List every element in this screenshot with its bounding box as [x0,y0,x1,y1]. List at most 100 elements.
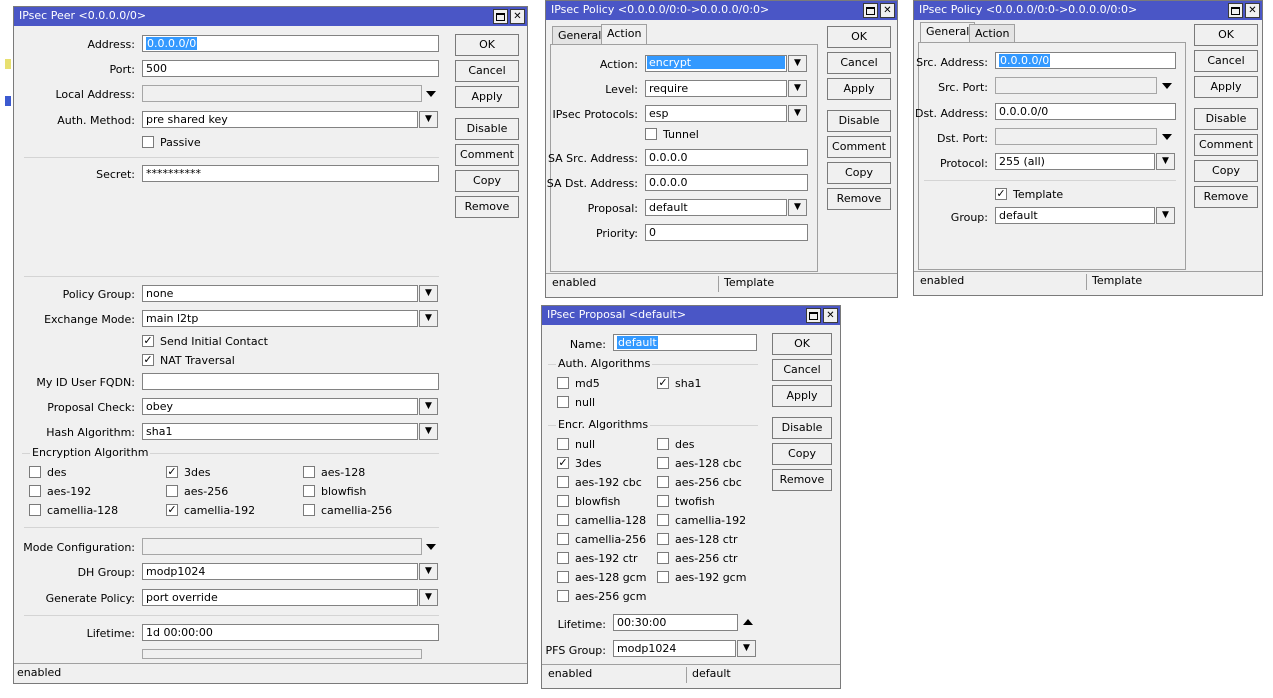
dropdown-button-icon[interactable]: ▼ [419,111,438,128]
remove-button[interactable]: Remove [1194,186,1258,208]
close-icon[interactable]: ✕ [1245,3,1260,18]
encr-aes256gcm-checkbox[interactable] [557,590,569,602]
proposal-select[interactable]: default [645,199,787,216]
disable-button[interactable]: Disable [772,417,832,439]
dropdown-arrow-icon[interactable] [426,91,436,97]
copy-button[interactable]: Copy [827,162,891,184]
encr-aes128cbc-checkbox[interactable] [657,457,669,469]
copy-button[interactable]: Copy [455,170,519,192]
enc-aes192-checkbox[interactable] [29,485,41,497]
enc-camellia192-checkbox[interactable]: ✓ [166,504,178,516]
dropdown-button-icon[interactable]: ▼ [788,80,807,97]
port-input[interactable]: 500 [142,60,439,77]
dropdown-button-icon[interactable]: ▼ [788,199,807,216]
collapse-arrow-icon[interactable] [743,619,753,625]
copy-button[interactable]: Copy [1194,160,1258,182]
enc-camellia128-checkbox[interactable] [29,504,41,516]
template-checkbox[interactable]: ✓ [995,188,1007,200]
cancel-button[interactable]: Cancel [1194,50,1258,72]
passive-checkbox[interactable] [142,136,154,148]
encr-blowfish-checkbox[interactable] [557,495,569,507]
dst-port-input[interactable] [995,128,1157,145]
remove-button[interactable]: Remove [455,196,519,218]
ok-button[interactable]: OK [827,26,891,48]
enc-3des-checkbox[interactable]: ✓ [166,466,178,478]
encr-aes256ctr-checkbox[interactable] [657,552,669,564]
name-input[interactable]: default [613,334,757,351]
address-input[interactable]: 0.0.0.0/0 [142,35,439,52]
dropdown-arrow-icon[interactable] [426,544,436,550]
policy2-title-bar[interactable]: IPsec Policy <0.0.0.0/0:0->0.0.0.0/0:0> … [914,1,1262,20]
disable-button[interactable]: Disable [1194,108,1258,130]
dst-address-input[interactable]: 0.0.0.0/0 [995,103,1176,120]
auth-sha1-checkbox[interactable]: ✓ [657,377,669,389]
dropdown-button-icon[interactable]: ▼ [1156,207,1175,224]
sa-dst-input[interactable]: 0.0.0.0 [645,174,808,191]
group-select[interactable]: default [995,207,1155,224]
exchange-mode-select[interactable]: main l2tp [142,310,418,327]
dropdown-button-icon[interactable]: ▼ [419,563,438,580]
proposal-title-bar[interactable]: IPsec Proposal <default> ✕ [542,306,840,325]
ok-button[interactable]: OK [455,34,519,56]
close-icon[interactable]: ✕ [880,3,895,18]
remove-button[interactable]: Remove [772,469,832,491]
comment-button[interactable]: Comment [1194,134,1258,156]
auth-null-checkbox[interactable] [557,396,569,408]
policy-group-select[interactable]: none [142,285,418,302]
dropdown-button-icon[interactable]: ▼ [419,310,438,327]
tunnel-checkbox[interactable] [645,128,657,140]
dropdown-button-icon[interactable]: ▼ [1156,153,1175,170]
auth-md5-checkbox[interactable] [557,377,569,389]
encr-aes128ctr-checkbox[interactable] [657,533,669,545]
encr-camellia128-checkbox[interactable] [557,514,569,526]
apply-button[interactable]: Apply [772,385,832,407]
disable-button[interactable]: Disable [455,118,519,140]
encr-3des-checkbox[interactable]: ✓ [557,457,569,469]
remove-button[interactable]: Remove [827,188,891,210]
enc-aes256-checkbox[interactable] [166,485,178,497]
enc-des-checkbox[interactable] [29,466,41,478]
lifetime-input[interactable]: 1d 00:00:00 [142,624,439,641]
cancel-button[interactable]: Cancel [455,60,519,82]
close-icon[interactable]: ✕ [823,308,838,323]
encr-aes192cbc-checkbox[interactable] [557,476,569,488]
dropdown-arrow-icon[interactable] [1162,83,1172,89]
dropdown-button-icon[interactable]: ▼ [788,55,807,72]
send-initial-contact-checkbox[interactable]: ✓ [142,335,154,347]
cancel-button[interactable]: Cancel [772,359,832,381]
cancel-button[interactable]: Cancel [827,52,891,74]
proposal-check-select[interactable]: obey [142,398,418,415]
encr-camellia192-checkbox[interactable] [657,514,669,526]
enc-blowfish-checkbox[interactable] [303,485,315,497]
sa-src-input[interactable]: 0.0.0.0 [645,149,808,166]
tab-action[interactable]: Action [969,24,1016,42]
lifetime-input[interactable]: 00:30:00 [613,614,738,631]
dropdown-button-icon[interactable]: ▼ [788,105,807,122]
apply-button[interactable]: Apply [1194,76,1258,98]
ok-button[interactable]: OK [1194,24,1258,46]
maximize-icon[interactable] [493,9,508,24]
policy1-title-bar[interactable]: IPsec Policy <0.0.0.0/0:0->0.0.0.0/0:0> … [546,1,897,20]
encr-aes256cbc-checkbox[interactable] [657,476,669,488]
dropdown-button-icon[interactable]: ▼ [419,423,438,440]
level-select[interactable]: require [645,80,787,97]
enc-camellia256-checkbox[interactable] [303,504,315,516]
auth-method-select[interactable]: pre shared key [142,111,418,128]
encr-aes192ctr-checkbox[interactable] [557,552,569,564]
encr-des-checkbox[interactable] [657,438,669,450]
encr-aes128gcm-checkbox[interactable] [557,571,569,583]
maximize-icon[interactable] [1228,3,1243,18]
comment-button[interactable]: Comment [455,144,519,166]
dropdown-button-icon[interactable]: ▼ [419,285,438,302]
secret-input[interactable]: ********** [142,165,439,182]
ipsec-protocols-select[interactable]: esp [645,105,787,122]
nat-traversal-checkbox[interactable]: ✓ [142,354,154,366]
apply-button[interactable]: Apply [455,86,519,108]
peer-title-bar[interactable]: IPsec Peer <0.0.0.0/0> ✕ [14,7,527,26]
cut-off-input[interactable] [142,649,422,659]
dropdown-button-icon[interactable]: ▼ [419,398,438,415]
disable-button[interactable]: Disable [827,110,891,132]
my-id-input[interactable] [142,373,439,390]
encr-camellia256-checkbox[interactable] [557,533,569,545]
mode-config-input[interactable] [142,538,422,555]
